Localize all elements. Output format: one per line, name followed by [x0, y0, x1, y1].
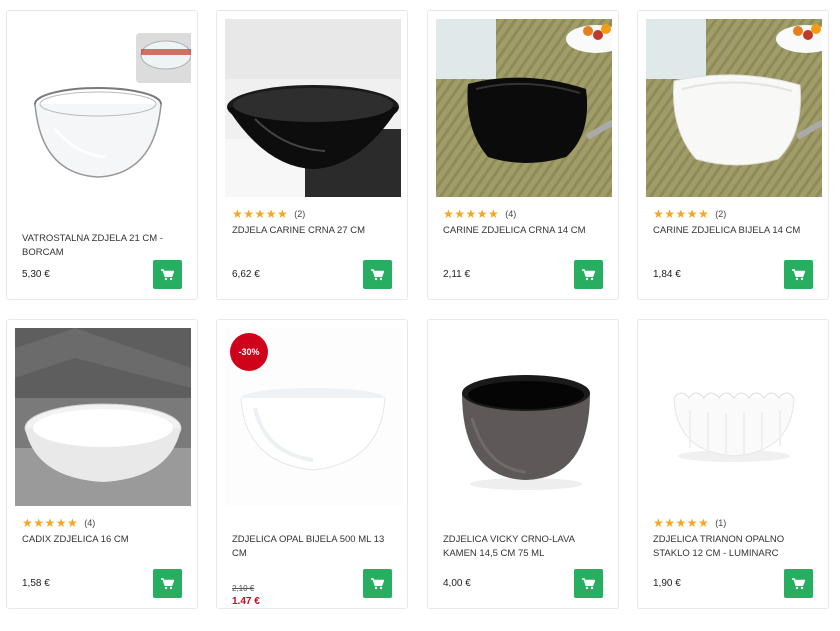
review-count: (2)	[715, 209, 727, 219]
shopping-cart-icon	[371, 269, 384, 281]
shopping-cart-icon	[582, 269, 595, 281]
product-rating: ★★★★★ (2)	[653, 208, 726, 220]
product-price: 6,62 €	[232, 269, 260, 280]
product-card[interactable]: ★★★★★ (4) CADIX ZDJELICA 16 CM 1,58 €	[6, 319, 198, 609]
product-image-black-lava-bowl[interactable]	[436, 328, 612, 506]
product-image-white-bowl-concrete[interactable]	[15, 328, 191, 506]
product-rating: ★★★★★ (2)	[232, 208, 305, 220]
product-rating: ★★★★★ (1)	[653, 517, 726, 529]
product-price: 4,00 €	[443, 578, 471, 589]
product-name[interactable]: ZDJELA CARINE CRNA 27 CM	[232, 224, 397, 238]
product-name[interactable]: CADIX ZDJELICA 16 CM	[22, 533, 187, 547]
product-image-white-bowl-table[interactable]	[646, 19, 822, 197]
add-to-cart-button[interactable]	[784, 569, 813, 598]
product-price: 1,84 €	[653, 269, 681, 280]
shopping-cart-icon	[792, 578, 805, 590]
product-name[interactable]: ZDJELICA VICKY CRNO-LAVA KAMEN 14,5 cm 7…	[443, 533, 608, 560]
product-card[interactable]: ★★★★★ (1) ZDJELICA TRIANON OPALNO STAKLO…	[637, 319, 829, 609]
sale-price: 1.47 €	[232, 596, 260, 607]
add-to-cart-button[interactable]	[784, 260, 813, 289]
package-thumbnail	[136, 33, 191, 83]
product-rating: ★★★★★ (4)	[22, 517, 95, 529]
product-card[interactable]: ★★★★★ (4) CARINE ZDJELICA CRNA 14 CM 2,1…	[427, 10, 619, 300]
shopping-cart-icon	[792, 269, 805, 281]
discount-badge: -30%	[230, 333, 268, 371]
add-to-cart-button[interactable]	[363, 569, 392, 598]
add-to-cart-button[interactable]	[363, 260, 392, 289]
product-name[interactable]: ZDJELICA TRIANON OPALNO STAKLO 12 cm - L…	[653, 533, 818, 560]
product-image-black-bowl-table[interactable]	[436, 19, 612, 197]
product-card[interactable]: ★★★★★ (2) CARINE ZDJELICA BIJELA 14 CM 1…	[637, 10, 829, 300]
shopping-cart-icon	[582, 578, 595, 590]
product-card[interactable]: ZDJELICA VICKY CRNO-LAVA KAMEN 14,5 cm 7…	[427, 319, 619, 609]
product-image-scalloped-white-bowl[interactable]	[646, 328, 822, 506]
product-name[interactable]: CARINE ZDJELICA BIJELA 14 CM	[653, 224, 818, 238]
shopping-cart-icon	[371, 578, 384, 590]
review-count: (2)	[294, 209, 306, 219]
product-name[interactable]: VATROSTALNA ZDJELA 21 CM - BORCAM	[22, 232, 187, 259]
product-price: 2,11 €	[443, 269, 471, 280]
star-icon: ★★★★★	[653, 516, 710, 530]
add-to-cart-button[interactable]	[153, 260, 182, 289]
product-rating: ★★★★★ (4)	[443, 208, 516, 220]
star-icon: ★★★★★	[443, 207, 500, 221]
shopping-cart-icon	[161, 578, 174, 590]
product-price: 1,90 €	[653, 578, 681, 589]
review-count: (4)	[84, 518, 96, 528]
star-icon: ★★★★★	[232, 207, 289, 221]
product-card[interactable]: VATROSTALNA ZDJELA 21 CM - BORCAM 5,30 €	[6, 10, 198, 300]
review-count: (4)	[505, 209, 517, 219]
star-icon: ★★★★★	[653, 207, 710, 221]
product-card[interactable]: ★★★★★ (2) ZDJELA CARINE CRNA 27 CM 6,62 …	[216, 10, 408, 300]
product-image-black-bowl-large[interactable]	[225, 19, 401, 197]
shopping-cart-icon	[161, 269, 174, 281]
original-price: 2,10 €	[232, 584, 255, 593]
add-to-cart-button[interactable]	[574, 260, 603, 289]
star-icon: ★★★★★	[22, 516, 79, 530]
product-price: 1,58 €	[22, 578, 50, 589]
product-name[interactable]: CARINE ZDJELICA CRNA 14 CM	[443, 224, 608, 238]
add-to-cart-button[interactable]	[153, 569, 182, 598]
product-image-glass-bowl[interactable]	[15, 19, 191, 197]
product-card[interactable]: -30% ZDJELICA OPAL BIJELA 500 mL 13 cm 2…	[216, 319, 408, 609]
product-name[interactable]: ZDJELICA OPAL BIJELA 500 mL 13 cm	[232, 533, 397, 560]
product-price: 5,30 €	[22, 269, 50, 280]
add-to-cart-button[interactable]	[574, 569, 603, 598]
review-count: (1)	[715, 518, 727, 528]
